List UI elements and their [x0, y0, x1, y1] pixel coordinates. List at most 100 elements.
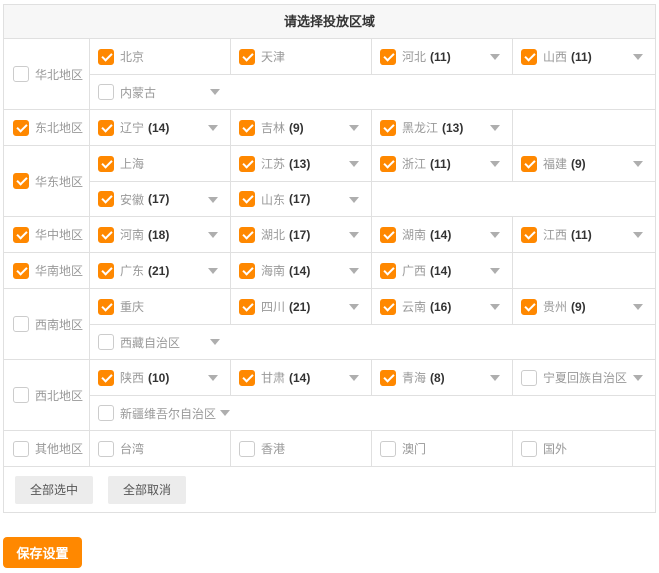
province-cell[interactable]: 辽宁(14): [90, 110, 231, 145]
region-group-cell[interactable]: 华南地区: [4, 253, 90, 288]
province-cell[interactable]: 浙江(11): [372, 146, 513, 181]
checkbox-checked[interactable]: [380, 263, 396, 279]
checkbox-unchecked[interactable]: [521, 370, 537, 386]
dropdown-arrow-icon[interactable]: [349, 232, 359, 238]
dropdown-arrow-icon[interactable]: [490, 232, 500, 238]
province-cell[interactable]: 云南(16): [372, 289, 513, 324]
dropdown-arrow-icon[interactable]: [208, 125, 218, 131]
checkbox-unchecked[interactable]: [98, 441, 114, 457]
dropdown-arrow-icon[interactable]: [349, 375, 359, 381]
dropdown-arrow-icon[interactable]: [490, 161, 500, 167]
checkbox-unchecked[interactable]: [13, 66, 29, 82]
checkbox-checked[interactable]: [380, 227, 396, 243]
province-cell[interactable]: 北京: [90, 39, 231, 74]
province-cell[interactable]: 河南(18): [90, 217, 231, 252]
checkbox-unchecked[interactable]: [239, 441, 255, 457]
province-cell[interactable]: 湖北(17): [231, 217, 372, 252]
province-cell[interactable]: 宁夏回族自治区: [513, 360, 655, 395]
province-cell[interactable]: 黑龙江(13): [372, 110, 513, 145]
checkbox-checked[interactable]: [98, 49, 114, 65]
checkbox-checked[interactable]: [239, 156, 255, 172]
province-cell[interactable]: 国外: [513, 431, 655, 466]
province-cell[interactable]: 江苏(13): [231, 146, 372, 181]
province-cell[interactable]: 海南(14): [231, 253, 372, 288]
checkbox-unchecked[interactable]: [521, 441, 537, 457]
checkbox-unchecked[interactable]: [98, 405, 114, 421]
checkbox-checked[interactable]: [239, 263, 255, 279]
dropdown-arrow-icon[interactable]: [210, 89, 220, 95]
checkbox-checked[interactable]: [380, 156, 396, 172]
province-cell[interactable]: 四川(21): [231, 289, 372, 324]
checkbox-checked[interactable]: [98, 227, 114, 243]
province-cell[interactable]: 重庆: [90, 289, 231, 324]
dropdown-arrow-icon[interactable]: [208, 232, 218, 238]
dropdown-arrow-icon[interactable]: [490, 125, 500, 131]
dropdown-arrow-icon[interactable]: [210, 339, 220, 345]
dropdown-arrow-icon[interactable]: [633, 232, 643, 238]
dropdown-arrow-icon[interactable]: [490, 268, 500, 274]
province-cell[interactable]: 甘肃(14): [231, 360, 372, 395]
dropdown-arrow-icon[interactable]: [490, 304, 500, 310]
dropdown-arrow-icon[interactable]: [349, 125, 359, 131]
checkbox-checked[interactable]: [98, 263, 114, 279]
checkbox-unchecked[interactable]: [98, 84, 114, 100]
dropdown-arrow-icon[interactable]: [490, 54, 500, 60]
checkbox-unchecked[interactable]: [13, 387, 29, 403]
dropdown-arrow-icon[interactable]: [208, 375, 218, 381]
province-cell[interactable]: 广西(14): [372, 253, 513, 288]
province-cell[interactable]: 澳门: [372, 431, 513, 466]
checkbox-checked[interactable]: [521, 227, 537, 243]
province-cell[interactable]: 广东(21): [90, 253, 231, 288]
checkbox-checked[interactable]: [239, 227, 255, 243]
dropdown-arrow-icon[interactable]: [220, 410, 230, 416]
province-cell[interactable]: 福建(9): [513, 146, 655, 181]
deselect-all-button[interactable]: 全部取消: [108, 476, 186, 504]
province-cell[interactable]: 台湾: [90, 431, 231, 466]
dropdown-arrow-icon[interactable]: [349, 197, 359, 203]
province-cell[interactable]: 新疆维吾尔自治区: [90, 396, 655, 430]
province-cell[interactable]: 湖南(14): [372, 217, 513, 252]
province-cell[interactable]: 青海(8): [372, 360, 513, 395]
checkbox-checked[interactable]: [98, 370, 114, 386]
dropdown-arrow-icon[interactable]: [349, 304, 359, 310]
province-cell[interactable]: 吉林(9): [231, 110, 372, 145]
region-group-cell[interactable]: 西南地区: [4, 289, 90, 359]
dropdown-arrow-icon[interactable]: [633, 161, 643, 167]
checkbox-checked[interactable]: [239, 120, 255, 136]
checkbox-unchecked[interactable]: [13, 441, 29, 457]
checkbox-checked[interactable]: [521, 299, 537, 315]
checkbox-unchecked[interactable]: [380, 441, 396, 457]
region-group-cell[interactable]: 华东地区: [4, 146, 90, 216]
checkbox-checked[interactable]: [13, 263, 29, 279]
checkbox-checked[interactable]: [13, 173, 29, 189]
dropdown-arrow-icon[interactable]: [490, 375, 500, 381]
region-group-cell[interactable]: 华北地区: [4, 39, 90, 109]
province-cell[interactable]: 安徽(17): [90, 182, 231, 216]
checkbox-checked[interactable]: [380, 120, 396, 136]
checkbox-checked[interactable]: [239, 299, 255, 315]
checkbox-unchecked[interactable]: [98, 334, 114, 350]
province-cell[interactable]: 天津: [231, 39, 372, 74]
checkbox-unchecked[interactable]: [13, 316, 29, 332]
province-cell[interactable]: 陕西(10): [90, 360, 231, 395]
checkbox-checked[interactable]: [239, 49, 255, 65]
checkbox-checked[interactable]: [98, 120, 114, 136]
dropdown-arrow-icon[interactable]: [349, 161, 359, 167]
province-cell[interactable]: 上海: [90, 146, 231, 181]
region-group-cell[interactable]: 其他地区: [4, 431, 90, 466]
province-cell[interactable]: 河北(11): [372, 39, 513, 74]
dropdown-arrow-icon[interactable]: [208, 268, 218, 274]
checkbox-checked[interactable]: [239, 191, 255, 207]
checkbox-checked[interactable]: [521, 49, 537, 65]
dropdown-arrow-icon[interactable]: [349, 268, 359, 274]
dropdown-arrow-icon[interactable]: [633, 304, 643, 310]
checkbox-checked[interactable]: [239, 370, 255, 386]
province-cell[interactable]: 西藏自治区: [90, 325, 655, 359]
region-group-cell[interactable]: 华中地区: [4, 217, 90, 252]
region-group-cell[interactable]: 西北地区: [4, 360, 90, 430]
checkbox-checked[interactable]: [13, 227, 29, 243]
province-cell[interactable]: 内蒙古: [90, 75, 655, 109]
province-cell[interactable]: 山西(11): [513, 39, 655, 74]
province-cell[interactable]: 山东(17): [231, 182, 372, 216]
dropdown-arrow-icon[interactable]: [208, 197, 218, 203]
